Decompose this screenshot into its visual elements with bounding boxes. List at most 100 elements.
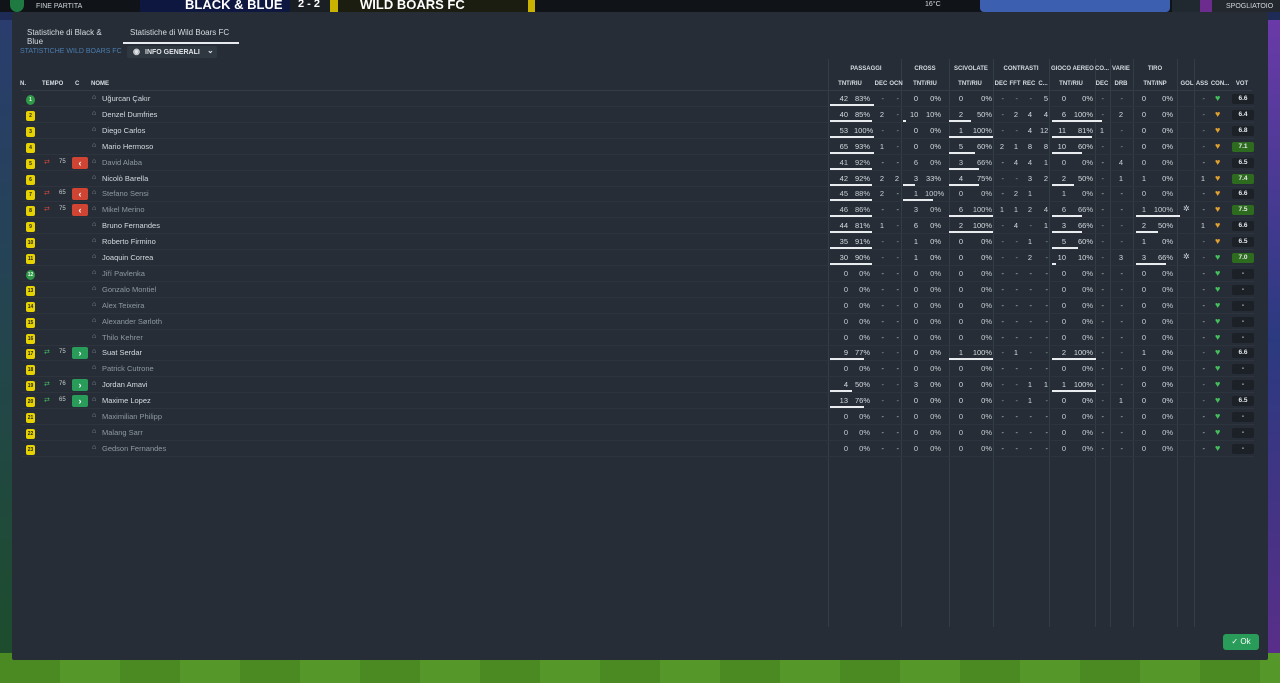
stat-pt: 0 (843, 427, 848, 437)
table-row[interactable]: 16 ⌂ Thilo Kehrer 0 0% - -0 0% 0 0% - - - -0 0% - -0 0% - ♥… (12, 330, 1268, 346)
player-name[interactable]: Stefano Sensi (102, 189, 149, 198)
table-row[interactable]: 13 ⌂ Gonzalo Montiel 0 0% - -0 0% 0 0% - - - -0 0% - -0 0… (12, 282, 1268, 298)
stat-cp: 0% (930, 94, 941, 103)
table-row[interactable]: 2 ⌂ Denzel Dumfries 40 85% 2-10 10% 2 50% -2 4 4 6 10… (12, 107, 1268, 123)
column-header-pass-ocn[interactable]: OCN (888, 81, 904, 87)
stat-pd: - (881, 253, 885, 262)
table-row[interactable]: 4 ⌂ Mario Hermoso 65 93% 1-0 0% 5 60% 2 1 8 8 10 60% - -… (12, 139, 1268, 155)
table-row[interactable]: 18 ⌂ Patrick Cutrone 0 0% - -0 0% 0 0% - - - -0 0% - -0 0… (12, 361, 1268, 378)
player-name[interactable]: David Alaba (102, 158, 142, 167)
column-header-cross-tnt[interactable]: TNT/RIU (909, 81, 941, 87)
player-icon: ⌂ (92, 412, 97, 419)
player-name[interactable]: Bruno Fernandes (102, 221, 160, 230)
sub-out-arrow-icon[interactable]: ‹ (72, 204, 88, 217)
table-row[interactable]: 10 ⌂ Roberto Firmino 35 91% - -1 0% 0 0% - -1-5 60% -… (12, 234, 1268, 251)
stat-pp: 0% (859, 427, 870, 437)
table-row[interactable]: 3 ⌂ Diego Carlos 53 100% - -0 0% 1 100% - -4 12 11 81%… (12, 123, 1268, 139)
stat-ap: 0% (1082, 443, 1093, 453)
table-row[interactable]: 22 ⌂ Malang Sarr 0 0% - -0 0% 0 0% - - - -0 0% - -0 0% - ♥ - (12, 425, 1268, 441)
stat-dr: 2 (1118, 109, 1123, 119)
stat-cd: - (1001, 348, 1005, 358)
column-header-pass-dec[interactable]: DEC (874, 81, 888, 87)
player-name[interactable]: Jordan Amavi (102, 380, 147, 389)
table-row[interactable]: 20 ⇄ 65 › ⌂ Maxime Lopez 13 76% - -0 0% 0 0% - -1-0 0% -… (12, 393, 1268, 410)
sub-in-arrow-icon[interactable]: › (72, 347, 88, 360)
column-header-co-dec[interactable]: DEC (1095, 81, 1109, 87)
stat-sp: 100% (972, 348, 992, 358)
stat-sp: 100% (972, 221, 992, 231)
player-name[interactable]: Mario Hermoso (102, 142, 153, 151)
column-header-tempo[interactable]: TEMPO (42, 81, 68, 87)
player-name[interactable]: Uğurcan Çakır (102, 94, 150, 103)
dressing-room-button[interactable]: SPOGLIATOIO (1212, 0, 1280, 12)
table-row[interactable]: 21 ⌂ Maximilian Philipp 0 0% - -0 0% 0 0% - - - -0 0% -… (12, 409, 1268, 425)
sub-out-arrow-icon[interactable]: ‹ (72, 188, 88, 201)
sub-in-arrow-icon[interactable]: › (72, 395, 88, 408)
table-row[interactable]: 11 ⌂ Joaquin Correa 30 90% - -1 0% 0 0% - -2-10 10% -… (12, 250, 1268, 266)
column-header-air-tnt[interactable]: TNT/RIU (1056, 81, 1086, 87)
player-name[interactable]: Diego Carlos (102, 126, 145, 135)
player-name[interactable]: Suat Serdar (102, 348, 142, 357)
table-row[interactable]: 19 ⇄ 76 › ⌂ Jordan Amavi 4 50% - -3 0% 0 0% - -1 1 1 100%… (12, 377, 1268, 394)
stat-sp: 100% (972, 125, 992, 135)
stat-st: 4 (958, 173, 963, 183)
table-row[interactable]: 6 ⌂ Nicolò Barella 42 92% 2 2 3 33% 4 75% - -3 2 2 50% -… (12, 171, 1268, 187)
column-header-con[interactable]: CON... (1209, 81, 1231, 87)
column-header-ass[interactable]: ASS (1195, 81, 1209, 87)
column-header-n[interactable]: N. (20, 81, 34, 87)
ok-button[interactable]: ✓ Ok (1223, 634, 1259, 650)
topbar-menu-button[interactable] (1172, 0, 1200, 12)
column-header-scv-tnt[interactable]: TNT/RIU (955, 81, 985, 87)
sub-in-arrow-icon[interactable]: › (72, 379, 88, 392)
player-name[interactable]: Thilo Kehrer (102, 333, 143, 342)
player-name[interactable]: Alex Teixeira (102, 301, 144, 310)
player-name[interactable]: Roberto Firmino (102, 237, 156, 246)
player-name[interactable]: Gedson Fernandes (102, 444, 166, 453)
player-name[interactable]: Mikel Merino (102, 205, 145, 214)
table-row[interactable]: 8 ⇄ 75 ‹ ⌂ Mikel Merino 46 86% - -3 0% 6 100% 1 1 2 4 6 66… (12, 202, 1268, 219)
column-header-c[interactable]: C (75, 81, 85, 87)
player-name[interactable]: Maxime Lopez (102, 396, 151, 405)
column-header-tiro-tnt[interactable]: TNT/INP (1140, 81, 1170, 87)
column-header-vot[interactable]: VOT (1234, 81, 1250, 87)
condition-heart-icon: ♥ (1215, 299, 1221, 310)
sub-out-arrow-icon[interactable]: ‹ (72, 156, 88, 169)
table-row[interactable]: 14 ⌂ Alex Teixeira 0 0% - -0 0% 0 0% - - - -0 0% - -0 0% -… (12, 298, 1268, 314)
stat-st: 0 (958, 364, 963, 374)
player-name[interactable]: Alexander Sørloth (102, 317, 162, 326)
stat-ct: 1 (913, 253, 918, 262)
table-row[interactable]: 12 ⌂ Jiří Pavlenka 0 0% - -0 0% 0 0% - - - -0 0% - -0 0% -… (12, 266, 1268, 282)
player-name[interactable]: Jiří Pavlenka (102, 269, 145, 278)
table-row[interactable]: 23 ⌂ Gedson Fernandes 0 0% - -0 0% 0 0% - - - -0 0% - -0… (12, 441, 1268, 457)
match-topbar: FINE PARTITA BLACK & BLUE 2 - 2 WILD BOA… (0, 0, 1280, 12)
table-row[interactable]: 7 ⇄ 65 ‹ ⌂ Stefano Sensi 45 88% 2-1 100% 0 0% -2 1 1 0%… (12, 186, 1268, 203)
column-header-gol[interactable]: GOL (1178, 81, 1196, 87)
column-header-pass-tnt[interactable]: TNT/RIU (836, 81, 864, 87)
table-row[interactable]: 1 ⌂ Uğurcan Çakır 42 83% - -0 0% 0 0% - - -5 0 0% - -0 0%… (12, 91, 1268, 107)
column-header-con-rec[interactable]: REC (1022, 81, 1036, 87)
stat-sp: 0% (981, 443, 992, 453)
column-header-nome[interactable]: NOME (91, 81, 121, 87)
table-row[interactable]: 9 ⌂ Bruno Fernandes 44 81% 1-6 0% 2 100% -4-1 3 66%… (12, 218, 1268, 235)
column-header-con-dec[interactable]: DEC (994, 81, 1008, 87)
table-row[interactable]: 5 ⇄ 75 ‹ ⌂ David Alaba 41 92% - -6 0% 3 66% -4 4 1 0 0% -4… (12, 155, 1268, 171)
table-row[interactable]: 17 ⇄ 75 › ⌂ Suat Serdar 9 77% - -0 0% 1 100% -1- -2 100… (12, 345, 1268, 362)
player-name[interactable]: Gonzalo Montiel (102, 285, 156, 294)
player-name[interactable]: Maximilian Philipp (102, 412, 162, 421)
stat-cf: - (1015, 364, 1019, 374)
column-header-var-drb[interactable]: DRB (1112, 81, 1130, 87)
stat-dr: - (1120, 364, 1124, 374)
player-name[interactable]: Nicolò Barella (102, 174, 148, 183)
stat-at: 0 (1061, 427, 1066, 437)
topbar-purple-button[interactable] (1200, 0, 1212, 12)
table-row[interactable]: 15 ⌂ Alexander Sørloth 0 0% - -0 0% 0 0% - - - -0 0% - -… (12, 314, 1268, 330)
player-name[interactable]: Joaquin Correa (102, 253, 153, 262)
column-header-con-fft[interactable]: FFT (1008, 81, 1022, 87)
player-name[interactable]: Malang Sarr (102, 428, 143, 437)
player-name[interactable]: Denzel Dumfries (102, 110, 157, 119)
player-name[interactable]: Patrick Cutrone (102, 364, 154, 373)
stat-st: 2 (958, 221, 963, 231)
stat-cd: - (1001, 125, 1005, 135)
column-header-con-c[interactable]: C... (1036, 81, 1050, 87)
player-rating: 6.5 (1232, 157, 1254, 168)
